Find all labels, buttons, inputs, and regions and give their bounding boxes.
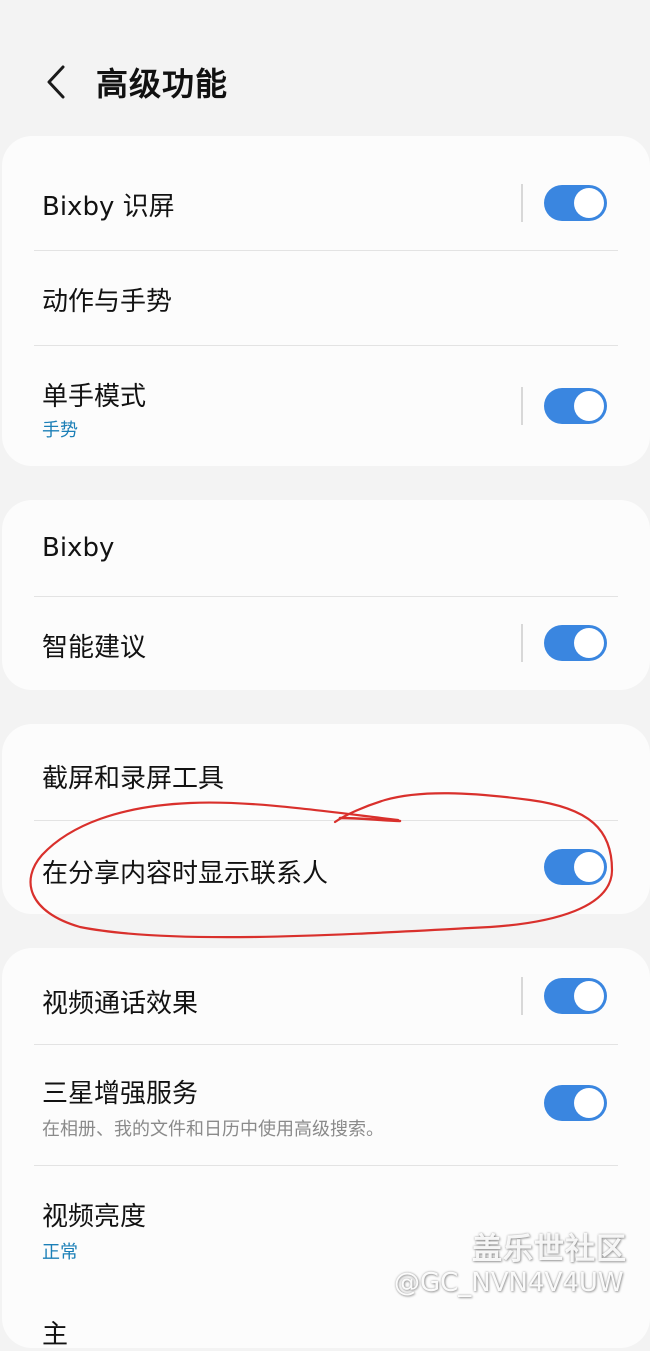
setting-row-one-hand[interactable]: 单手模式 手势 [2, 346, 650, 466]
header-bar: 高级功能 [0, 0, 650, 140]
setting-description: 在相册、我的文件和日历中使用高级搜索。 [42, 1119, 384, 1140]
setting-row-partial[interactable]: 主 [2, 1300, 650, 1350]
vertical-separator [521, 184, 523, 222]
toggle-knob [574, 391, 604, 421]
setting-subtitle: 手势 [42, 420, 78, 441]
setting-row-smart-suggestions[interactable]: 智能建议 [2, 597, 650, 690]
setting-title: 三星增强服务 [42, 1079, 199, 1109]
toggle-switch[interactable] [544, 388, 607, 424]
setting-row-samsung-enhanced-services[interactable]: 三星增强服务 在相册、我的文件和日历中使用高级搜索。 [2, 1045, 650, 1165]
vertical-separator [521, 624, 523, 662]
setting-title: 智能建议 [42, 633, 147, 663]
settings-card-1: Bixby 识屏 动作与手势 单手模式 手势 [2, 136, 650, 466]
toggle-knob [574, 981, 604, 1011]
toggle-knob [574, 188, 604, 218]
chevron-left-icon [47, 65, 65, 99]
toggle-knob [574, 1088, 604, 1118]
toggle-switch[interactable] [544, 849, 607, 885]
setting-title: 截屏和录屏工具 [42, 764, 225, 794]
watermark-community-name: 盖乐世社区 [472, 1232, 627, 1267]
settings-card-2: Bixby 智能建议 [2, 500, 650, 690]
setting-row-motions[interactable]: 动作与手势 [2, 251, 650, 346]
setting-row-screenshot-tools[interactable]: 截屏和录屏工具 [2, 724, 650, 820]
setting-row-bixby[interactable]: Bixby [2, 500, 650, 596]
toggle-switch[interactable] [544, 1085, 607, 1121]
setting-subtitle: 正常 [42, 1242, 78, 1263]
setting-title: 主 [42, 1320, 69, 1350]
toggle-knob [574, 852, 604, 882]
vertical-separator [521, 387, 523, 425]
setting-title: Bixby [42, 533, 115, 563]
setting-row-share-contacts[interactable]: 在分享内容时显示联系人 [2, 821, 650, 914]
setting-row-bixby-vision[interactable]: Bixby 识屏 [2, 136, 650, 251]
page-title: 高级功能 [96, 65, 229, 103]
setting-title: 动作与手势 [42, 287, 173, 317]
setting-title: 视频通话效果 [42, 989, 199, 1019]
vertical-separator [521, 977, 523, 1015]
toggle-switch[interactable] [544, 625, 607, 661]
setting-row-video-call-effects[interactable]: 视频通话效果 [2, 948, 650, 1044]
setting-title: 视频亮度 [42, 1202, 147, 1232]
toggle-knob [574, 628, 604, 658]
setting-title: 在分享内容时显示联系人 [42, 859, 329, 889]
setting-title: 单手模式 [42, 382, 147, 412]
setting-title: Bixby 识屏 [42, 192, 175, 222]
toggle-switch[interactable] [544, 978, 607, 1014]
settings-card-3: 截屏和录屏工具 在分享内容时显示联系人 [2, 724, 650, 914]
watermark-username: @GC_NVN4V4UW [394, 1268, 624, 1298]
toggle-switch[interactable] [544, 185, 607, 221]
back-button[interactable] [36, 62, 76, 102]
